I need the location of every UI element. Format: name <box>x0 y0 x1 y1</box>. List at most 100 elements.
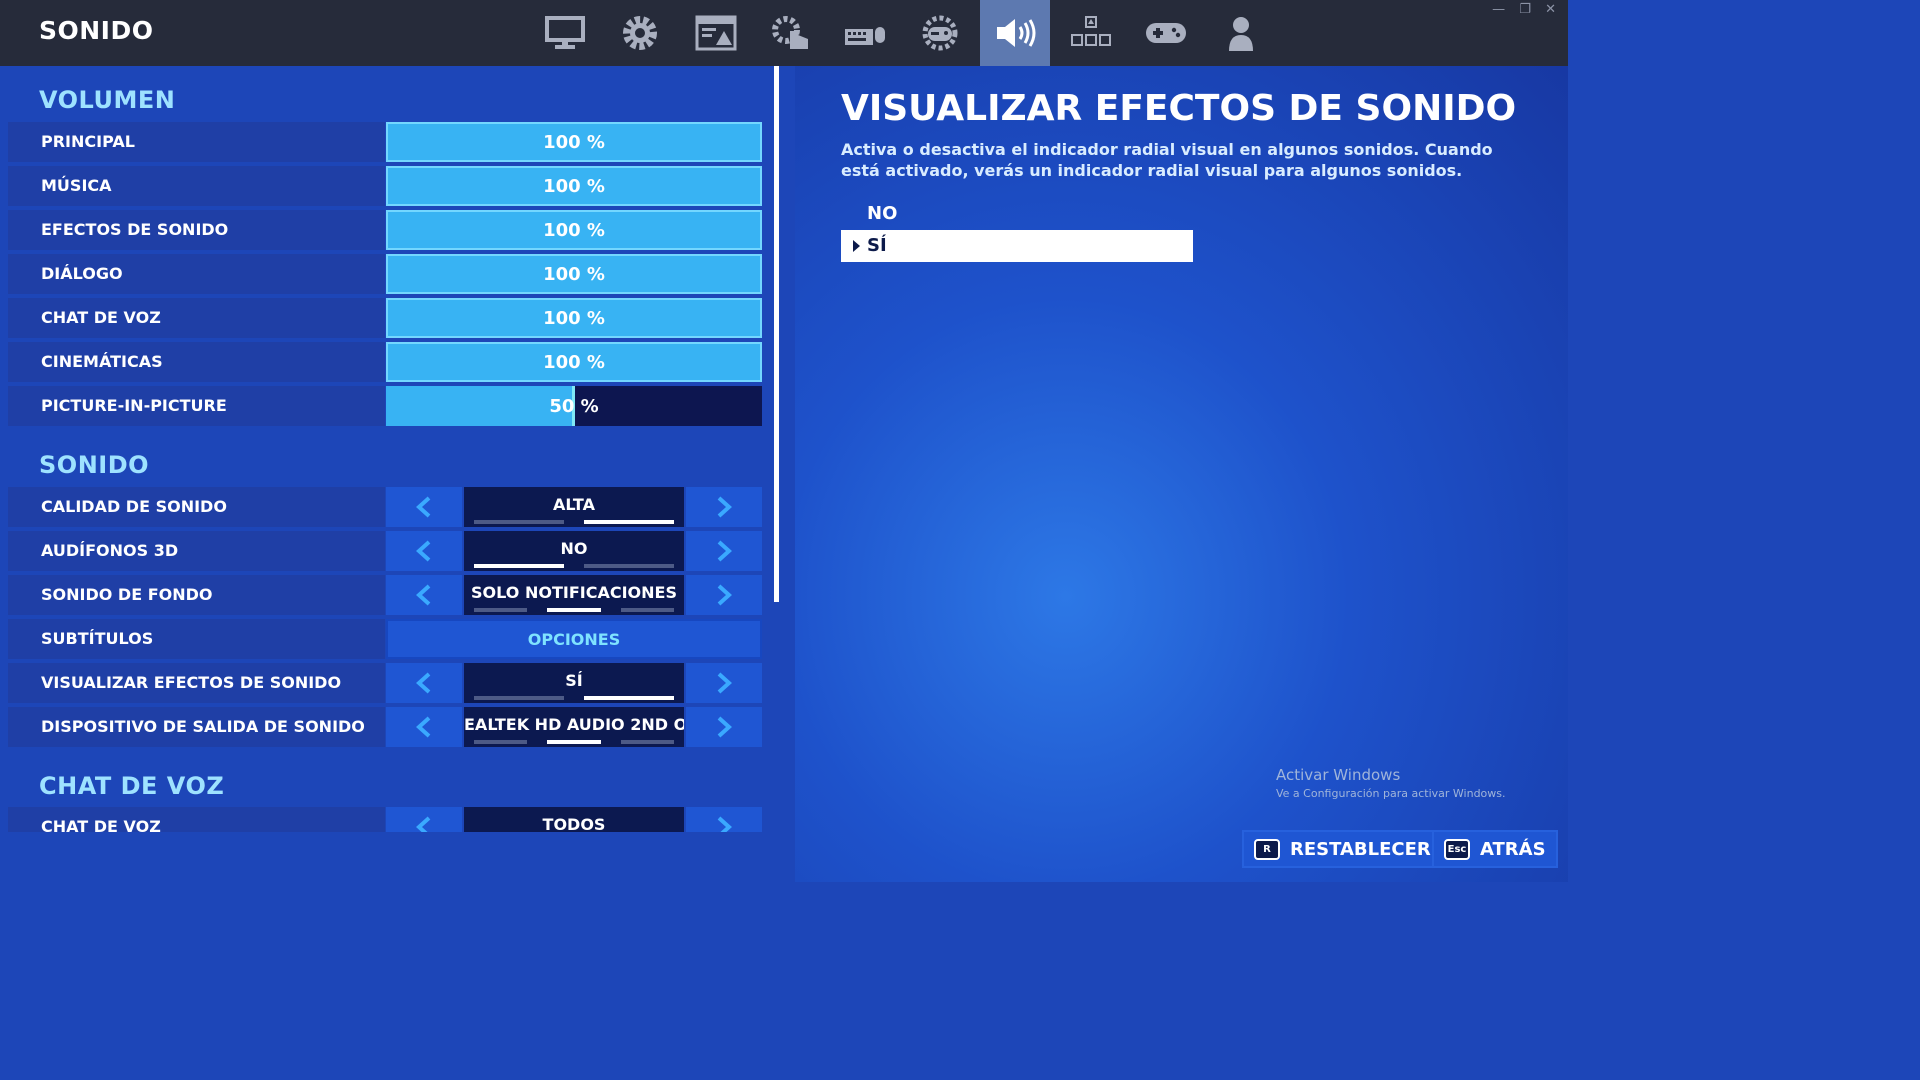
next-option-button[interactable] <box>686 575 762 615</box>
next-option-button[interactable] <box>686 531 762 571</box>
setting-label: SUBTÍTULOS <box>8 619 385 659</box>
voice_chat-row: CHAT DE VOZ TODOS <box>8 807 762 832</box>
setting-label: PICTURE-IN-PICTURE <box>8 386 385 426</box>
close-icon[interactable]: ✕ <box>1545 2 1556 17</box>
windows-activation-watermark: Activar Windows Ve a Configuración para … <box>1276 766 1506 800</box>
volume-row: CHAT DE VOZ 100 % <box>8 298 762 338</box>
setting-label: CHAT DE VOZ <box>8 807 385 832</box>
slider-value: 100 % <box>543 132 605 153</box>
chevron-right-icon <box>717 584 732 606</box>
sound-row: CALIDAD DE SONIDO ALTA <box>8 487 762 527</box>
tab-display[interactable] <box>530 0 600 66</box>
previous-option-button[interactable] <box>386 663 462 703</box>
next-option-button[interactable] <box>686 807 762 832</box>
volume-slider[interactable]: 50 % <box>386 386 762 426</box>
interface-icon <box>695 15 737 51</box>
setting-label: EFECTOS DE SONIDO <box>8 210 385 250</box>
option-dot <box>584 564 674 568</box>
option-dot <box>620 740 674 744</box>
selector-value-box: SÍ <box>464 663 684 703</box>
selector-value-box: NO <box>464 531 684 571</box>
option-si[interactable]: SÍ <box>841 230 1193 262</box>
previous-option-button[interactable] <box>386 575 462 615</box>
minimize-icon[interactable]: — <box>1492 2 1505 17</box>
option-indicator <box>474 696 674 700</box>
tab-keyboard-mouse[interactable] <box>830 0 900 66</box>
option-indicator <box>474 564 674 568</box>
volume-slider[interactable]: 100 % <box>386 210 762 250</box>
page-title: SONIDO <box>39 16 154 45</box>
option-label: SÍ <box>867 235 887 256</box>
tab-controller[interactable] <box>905 0 975 66</box>
watermark-subtitle: Ve a Configuración para activar Windows. <box>1276 787 1506 800</box>
option-dot <box>474 740 528 744</box>
sound-row: SUBTÍTULOS OPCIONES <box>8 619 762 659</box>
back-label: ATRÁS <box>1480 838 1546 860</box>
next-option-button[interactable] <box>686 707 762 747</box>
previous-option-button[interactable] <box>386 707 462 747</box>
volume-row: MÚSICA 100 % <box>8 166 762 206</box>
chevron-right-icon <box>717 672 732 694</box>
next-option-button[interactable] <box>686 663 762 703</box>
user-icon <box>1229 17 1253 51</box>
tab-gamepad[interactable] <box>1131 0 1201 66</box>
setting-label: PRINCIPAL <box>8 122 385 162</box>
sound-row: DISPOSITIVO DE SALIDA DE SONIDO EALTEK HD… <box>8 707 762 747</box>
option-dot <box>547 608 601 612</box>
volume-row: PRINCIPAL 100 % <box>8 122 762 162</box>
previous-option-button[interactable] <box>386 807 462 832</box>
chevron-right-icon <box>717 716 732 738</box>
slider-value: 100 % <box>543 176 605 197</box>
option-no[interactable]: NO <box>841 198 1193 230</box>
section-title-volume: VOLUMEN <box>39 86 176 114</box>
chevron-left-icon <box>416 496 431 518</box>
selector-value: ALTA <box>553 495 595 514</box>
key-esc-icon: Esc <box>1444 838 1470 860</box>
previous-option-button[interactable] <box>386 531 462 571</box>
gamepad-icon <box>1146 23 1186 43</box>
setting-label: SONIDO DE FONDO <box>8 575 385 615</box>
setting-label: DISPOSITIVO DE SALIDA DE SONIDO <box>8 707 385 747</box>
volume-slider[interactable]: 100 % <box>386 298 762 338</box>
option-dot <box>584 520 674 524</box>
setting-label: MÚSICA <box>8 166 385 206</box>
volume-row: EFECTOS DE SONIDO 100 % <box>8 210 762 250</box>
section-title-voice-chat: CHAT DE VOZ <box>39 772 225 800</box>
restore-icon[interactable]: ❐ <box>1519 2 1531 17</box>
setting-label: CALIDAD DE SONIDO <box>8 487 385 527</box>
tab-accessibility[interactable] <box>1056 0 1126 66</box>
tab-audio[interactable] <box>980 0 1050 66</box>
next-option-button[interactable] <box>686 487 762 527</box>
slider-value: 100 % <box>543 264 605 285</box>
top-bar: SONIDO — ❐ ✕ <box>0 0 1568 66</box>
speaker-icon <box>997 19 1036 47</box>
selector-value: EALTEK HD AUDIO 2ND OUT <box>464 715 684 734</box>
volume-row: DIÁLOGO 100 % <box>8 254 762 294</box>
tab-account[interactable] <box>1206 0 1276 66</box>
options-button[interactable]: OPCIONES <box>386 619 762 659</box>
chevron-left-icon <box>416 540 431 562</box>
option-dot <box>584 696 674 700</box>
tab-touch[interactable] <box>755 0 825 66</box>
option-dot <box>474 608 528 612</box>
selector-value: TODOS <box>542 815 606 832</box>
previous-option-button[interactable] <box>386 487 462 527</box>
chevron-right-icon <box>717 496 732 518</box>
window-controls: — ❐ ✕ <box>1482 2 1556 17</box>
option-indicator <box>474 740 674 744</box>
chevron-right-icon <box>717 540 732 562</box>
volume-slider[interactable]: 100 % <box>386 122 762 162</box>
scrollbar[interactable] <box>774 66 779 602</box>
slider-value: 100 % <box>543 220 605 241</box>
reset-button[interactable]: R RESTABLECER <box>1242 830 1443 868</box>
volume-slider[interactable]: 100 % <box>386 254 762 294</box>
volume-slider[interactable]: 100 % <box>386 342 762 382</box>
detail-description: Activa o desactiva el indicador radial v… <box>841 140 1493 180</box>
option-dot <box>620 608 674 612</box>
back-button[interactable]: Esc ATRÁS <box>1432 830 1558 868</box>
tab-settings[interactable] <box>605 0 675 66</box>
tab-ui[interactable] <box>681 0 751 66</box>
volume-slider[interactable]: 100 % <box>386 166 762 206</box>
option-indicator <box>474 520 674 524</box>
slider-value: 100 % <box>543 352 605 373</box>
